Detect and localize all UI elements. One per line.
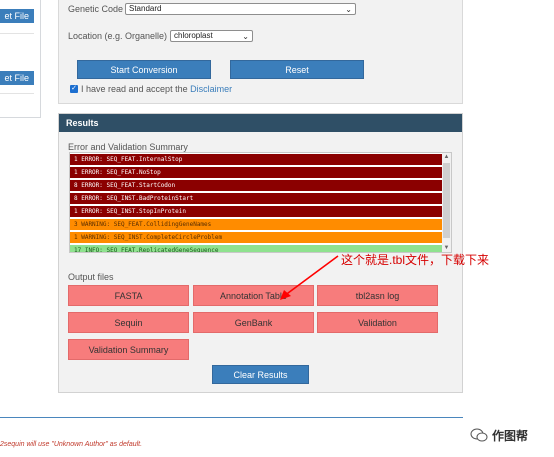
validation-button[interactable]: Validation [317,312,438,333]
location-value: chloroplast [174,31,213,40]
validation-summary-list[interactable]: 17 INFO: SEQ_FEAT.ReplicatedGeneSequence… [69,152,452,253]
divider [0,417,463,418]
genetic-code-value: Standard [129,4,162,13]
location-select[interactable]: chloroplast ⌄ [170,30,253,42]
divider [0,93,34,94]
disclaimer-link[interactable]: Disclaimer [190,84,232,94]
results-header: Results [59,114,462,132]
chevron-down-icon: ⌄ [242,32,249,41]
accept-label: I have read and accept the Disclaimer [81,84,232,94]
wechat-icon [470,428,488,442]
output-files-label: Output files [68,272,114,282]
log-row: 1 ERROR: SEQ_FEAT.NoStop [70,167,444,179]
annotation-arrow-icon [280,255,339,300]
genetic-code-select[interactable]: Standard ⌄ [125,3,356,15]
reset-button[interactable]: Reset [230,60,364,79]
log-row: 8 ERROR: SEQ_INST.BadProteinStart [70,193,444,205]
clear-results-button[interactable]: Clear Results [212,365,309,384]
log-row: 1 WARNING: SEQ_INST.CompleteCircleProble… [70,232,444,244]
footer-note: 2sequin will use "Unknown Author" as def… [0,441,143,448]
scroll-up-icon[interactable]: ▲ [443,153,450,161]
accept-checkbox[interactable]: ✓ [70,85,78,93]
fasta-button[interactable]: FASTA [68,285,189,306]
accept-text: I have read and accept the [81,84,188,94]
log-row: 3 WARNING: SEQ_FEAT.CollidingGeneNames [70,219,444,231]
validation-summary-button[interactable]: Validation Summary [68,339,189,360]
location-label: Location (e.g. Organelle) [68,31,168,41]
scrollbar[interactable]: ▲ ▼ [442,153,451,252]
annotation-text: 这个就是.tbl文件，下载下来 [341,253,490,267]
sequin-button[interactable]: Sequin [68,312,189,333]
watermark: 作图帮 [470,425,528,445]
genetic-code-label: Genetic Code [68,4,124,14]
genbank-button[interactable]: GenBank [193,312,314,333]
log-row: 1 ERROR: SEQ_FEAT.InternalStop [70,154,444,166]
chevron-down-icon: ⌄ [345,5,352,14]
start-conversion-button[interactable]: Start Conversion [77,60,211,79]
log-row: 1 ERROR: SEQ_INST.StopInProtein [70,206,444,218]
divider [0,33,34,34]
summary-label: Error and Validation Summary [68,142,188,152]
select-file-button-1[interactable]: et File [0,9,34,23]
select-file-button-2[interactable]: et File [0,71,34,85]
log-row: 8 ERROR: SEQ_FEAT.StartCodon [70,180,444,192]
left-panel: et File et File [0,0,41,118]
watermark-text: 作图帮 [492,428,529,443]
config-panel: Genetic Code Standard ⌄ Location (e.g. O… [58,0,463,104]
scrollbar-thumb[interactable] [443,163,450,238]
